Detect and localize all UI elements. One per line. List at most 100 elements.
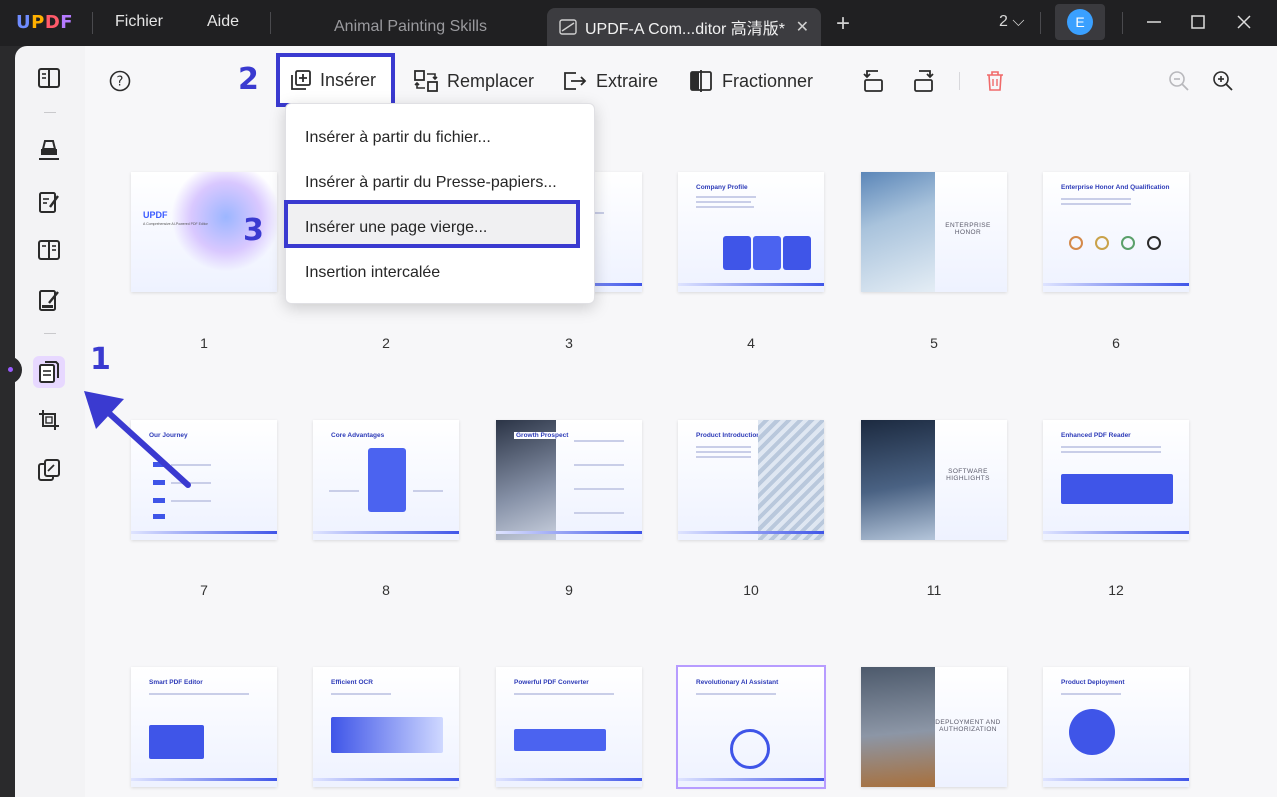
tab-animal-painting[interactable]: Animal Painting Skills [290,8,545,46]
split-button[interactable]: Fractionner [688,58,813,104]
page-number: 2 [382,335,390,351]
title-divider [270,12,271,34]
zoom-out-icon[interactable] [1164,66,1194,96]
step-number-2: 2 [238,62,259,97]
close-window-icon[interactable] [1232,10,1256,34]
page-thumbnail-5[interactable]: ENTERPRISE HONOR [861,172,1007,292]
page-number: 12 [1108,582,1124,598]
building-photo [861,667,935,787]
page-thumbnail-4[interactable]: Company Profile [678,172,824,292]
slide-title: Smart PDF Editor [149,679,203,686]
cover-logo: UPDF [143,210,168,220]
account-button[interactable]: E [1055,4,1105,40]
reader-icon [38,68,60,88]
text-line [574,464,624,466]
page-thumbnail-12[interactable]: Enhanced PDF Reader [1043,420,1189,540]
organize-pages-button[interactable] [33,356,65,388]
title-divider [1122,12,1123,34]
menu-item-interleave-insert[interactable]: Insertion intercalée [305,264,440,282]
menu-item-insert-from-clipboard[interactable]: Insérer à partir du Presse-papiers... [305,174,557,192]
page-thumbnail-13[interactable]: Smart PDF Editor [131,667,277,787]
slide-side-title: ENTERPRISE HONOR [945,222,991,236]
text-line [149,693,249,695]
title-divider [92,12,93,34]
organize-pages-icon [39,361,59,383]
tab-label: Animal Painting Skills [334,18,487,35]
chevron-down-icon: ⌵ [1012,13,1025,30]
comment-tool-button[interactable] [33,134,65,166]
menu-help[interactable]: Aide [207,13,239,31]
extract-label: Extraire [596,70,659,91]
sign-tool-button[interactable] [33,284,65,316]
insert-button[interactable]: Insérer [276,53,395,107]
rail-divider [44,333,56,334]
window-count[interactable]: 2 ⌵ [999,13,1025,31]
page-footer-bar [678,283,824,286]
text-line [696,446,751,448]
info-card [783,236,811,270]
page-number: 4 [747,335,755,351]
text-line [696,196,756,198]
edit-tool-button[interactable] [33,186,65,218]
text-line [1061,203,1131,205]
page-thumbnail-8[interactable]: Core Advantages [313,420,459,540]
page-thumbnail-11[interactable]: SOFTWARE HIGHLIGHTS [861,420,1007,540]
split-icon [690,70,712,92]
page-thumbnail-14[interactable]: Efficient OCR [313,667,459,787]
page-number: 11 [926,582,942,598]
slide-title: Revolutionary AI Assistant [696,679,779,686]
new-tab-button[interactable]: + [836,10,850,38]
menu-item-insert-from-file[interactable]: Insérer à partir du fichier... [305,129,491,147]
page-thumbnail-15[interactable]: Powerful PDF Converter [496,667,642,787]
page-number: 8 [382,582,390,598]
crop-tool-button[interactable] [33,404,65,436]
page-number: 9 [565,582,573,598]
page-thumbnail-17[interactable]: DEPLOYMENT AND AUTHORIZATION [861,667,1007,787]
menu-item-insert-blank-page[interactable]: Insérer une page vierge... [305,219,487,237]
tab-updf-document[interactable]: UPDF-A Com...ditor 高清版* ✕ [547,8,821,46]
page-thumbnail-10[interactable]: Product Introduction [678,420,824,540]
page-thumbnail-6[interactable]: Enterprise Honor And Qualification [1043,172,1189,292]
page-footer-bar [131,778,277,781]
page-number: 7 [200,582,208,598]
award-badge [1121,236,1135,250]
close-tab-icon[interactable]: ✕ [796,17,809,37]
form-icon [38,240,60,260]
app-logo: UPDF [16,12,74,33]
rotate-right-icon[interactable] [909,66,939,96]
text-line [171,500,211,502]
menu-file[interactable]: Fichier [115,13,163,31]
delete-icon[interactable] [980,66,1010,96]
text-line [574,512,624,514]
extract-button[interactable]: Extraire [562,58,658,104]
page-thumbnail-9[interactable]: Growth Prospect [496,420,642,540]
help-icon[interactable]: ? [105,66,135,96]
page-thumbnail-18[interactable]: Product Deployment [1043,667,1189,787]
page-number: 3 [565,335,573,351]
replace-button[interactable]: Remplacer [413,58,534,104]
zoom-in-icon[interactable] [1208,66,1238,96]
page-footer-bar [131,531,277,534]
avatar: E [1067,9,1093,35]
slide-title: Powerful PDF Converter [514,679,589,686]
page-thumbnail-16[interactable]: Revolutionary AI Assistant [676,665,826,789]
feature-banner [1061,474,1173,504]
scrollbar[interactable] [1262,46,1277,797]
text-line [696,206,754,208]
signature-icon [39,290,59,311]
text-line [696,201,751,203]
minimize-icon[interactable] [1142,10,1166,34]
batch-tool-button[interactable] [33,454,65,486]
reader-tool-button[interactable] [33,62,65,94]
page-footer-bar [678,778,824,781]
maximize-icon[interactable] [1186,10,1210,34]
step-arrow-icon [84,391,191,488]
form-tool-button[interactable] [33,234,65,266]
extract-icon [564,72,587,90]
text-line [696,451,751,453]
feature-panel [368,448,406,512]
rotate-left-icon[interactable] [858,66,888,96]
left-tool-rail [15,46,85,797]
highlighter-icon [39,140,59,160]
page-footer-bar [496,531,642,534]
